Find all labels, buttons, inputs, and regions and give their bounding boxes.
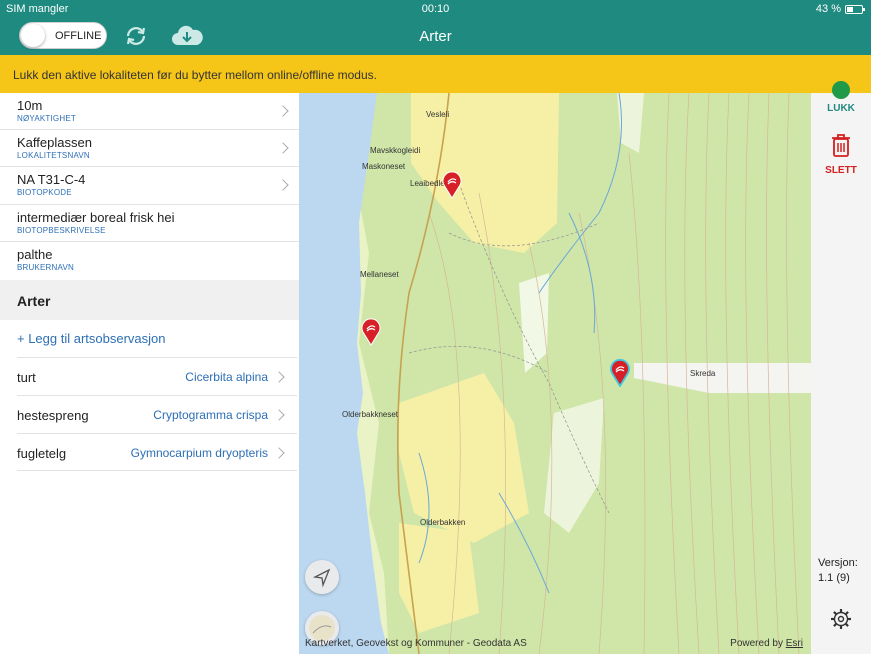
section-title: Arter [17,293,51,309]
close-button[interactable]: LUKK [811,103,871,114]
map-place-label: Olderbakkneset [342,410,399,419]
map-place-label: Leaibedle [410,179,445,188]
add-species-observation-link[interactable]: + Legg til artsobservasjon [17,331,166,346]
powered-by-text: Powered by [730,638,786,649]
powered-by: Powered by Esri [730,638,803,649]
page-title: Arter [419,28,452,45]
location-arrow-icon [312,568,331,588]
species-common-name: hestespreng [17,408,89,423]
detail-row-accuracy[interactable]: 10m NØYAKTIGHET [0,93,299,130]
detail-label: BIOTOPBESKRIVELSE [17,226,106,235]
detail-value: intermediær boreal frisk hei [17,210,175,225]
top-bar: SIM mangler 00:10 43 % OFFLINE Arter [0,0,871,55]
detail-label: NØYAKTIGHET [17,114,76,123]
detail-label: LOKALITETSNAVN [17,151,90,160]
map-marker-icon[interactable] [361,318,381,346]
warning-banner: Lukk den aktive lokaliteten før du bytte… [0,55,871,93]
chevron-right-icon [273,447,285,459]
map-place-label: Mellaneset [360,270,399,279]
version-value: 1.1 (9) [818,572,850,584]
map-place-label: Olderbakken [420,518,466,527]
species-latin-name: Cryptogramma crispa [153,408,268,422]
battery-status: 43 % [815,3,865,15]
map-marker-icon[interactable] [442,171,462,199]
battery-percent: 43 % [815,3,841,15]
species-common-name: turt [17,370,36,385]
action-column: LUKK SLETT Versjon: 1.1 (9) [811,81,871,654]
version-label: Versjon: [818,557,858,569]
species-row[interactable]: turt Cicerbita alpina [17,357,297,395]
battery-icon [845,4,865,14]
chevron-right-icon [277,142,289,154]
map-place-label: Maskoneset [362,162,406,171]
detail-value: Kaffeplassen [17,135,92,150]
gear-icon[interactable] [830,608,852,630]
map-place-label: Mavskkogleidi [370,146,421,155]
chevron-right-icon [273,409,285,421]
detail-label: BRUKERNAVN [17,263,74,272]
chevron-right-icon [273,371,285,383]
close-status-icon[interactable] [832,81,850,99]
species-latin-name: Gymnocarpium dryopteris [130,446,268,460]
detail-label: BIOTOPKODE [17,188,72,197]
chevron-right-icon [277,179,289,191]
species-section-header: Arter [0,280,299,320]
chevron-right-icon [277,105,289,117]
map-place-label: Vesleli [426,110,450,119]
selected-map-marker-icon[interactable] [610,359,630,387]
map-attribution: Kartverket, Geovekst og Kommuner - Geoda… [305,638,527,649]
species-common-name: fugletelg [17,446,67,461]
detail-value: palthe [17,247,53,262]
warning-text: Lukk den aktive lokaliteten før du bytte… [13,68,377,82]
detail-row-locality-name[interactable]: Kaffeplassen LOKALITETSNAVN [0,130,299,167]
detail-value: 10m [17,98,43,113]
species-row[interactable]: fugletelg Gymnocarpium dryopteris [17,433,297,471]
detail-row-biotope-code[interactable]: NA T31-C-4 BIOTOPKODE [0,167,299,205]
species-latin-name: Cicerbita alpina [185,370,268,384]
detail-value: NA T31-C-4 [17,172,86,187]
trash-icon[interactable] [831,133,851,157]
locality-panel: 10m NØYAKTIGHET Kaffeplassen LOKALITETSN… [0,93,299,654]
delete-button[interactable]: SLETT [811,165,871,176]
species-row[interactable]: hestespreng Cryptogramma crispa [17,395,297,433]
esri-link[interactable]: Esri [786,638,803,649]
status-bar: SIM mangler 00:10 43 % [0,0,871,18]
map-place-label: Skreda [690,369,716,378]
detail-row-username[interactable]: palthe BRUKERNAVN [0,242,299,280]
map-view[interactable]: Vesleli Mavskkogleidi Maskoneset Leaibed… [299,93,811,654]
locate-me-button[interactable] [305,560,339,594]
clock: 00:10 [421,3,450,15]
version-info: Versjon: 1.1 (9) [818,556,858,586]
map-canvas[interactable] [299,93,811,654]
detail-row-biotope-description[interactable]: intermediær boreal frisk hei BIOTOPBESKR… [0,205,299,242]
